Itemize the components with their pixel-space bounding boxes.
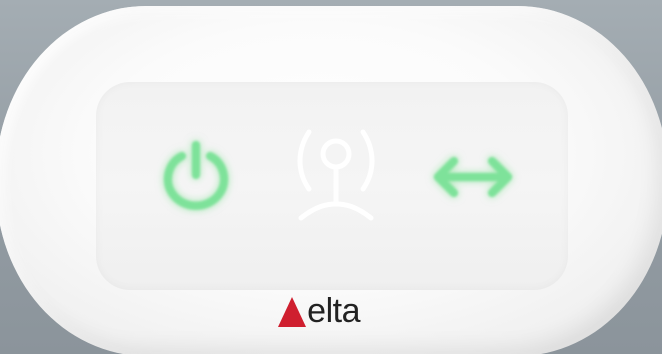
brand-name: elta	[302, 292, 360, 330]
double-arrow-icon	[434, 157, 512, 197]
signal-icon	[297, 129, 375, 221]
product-photo: elta	[0, 0, 662, 354]
delta-logo: elta	[278, 290, 390, 338]
power-icon	[163, 141, 229, 210]
